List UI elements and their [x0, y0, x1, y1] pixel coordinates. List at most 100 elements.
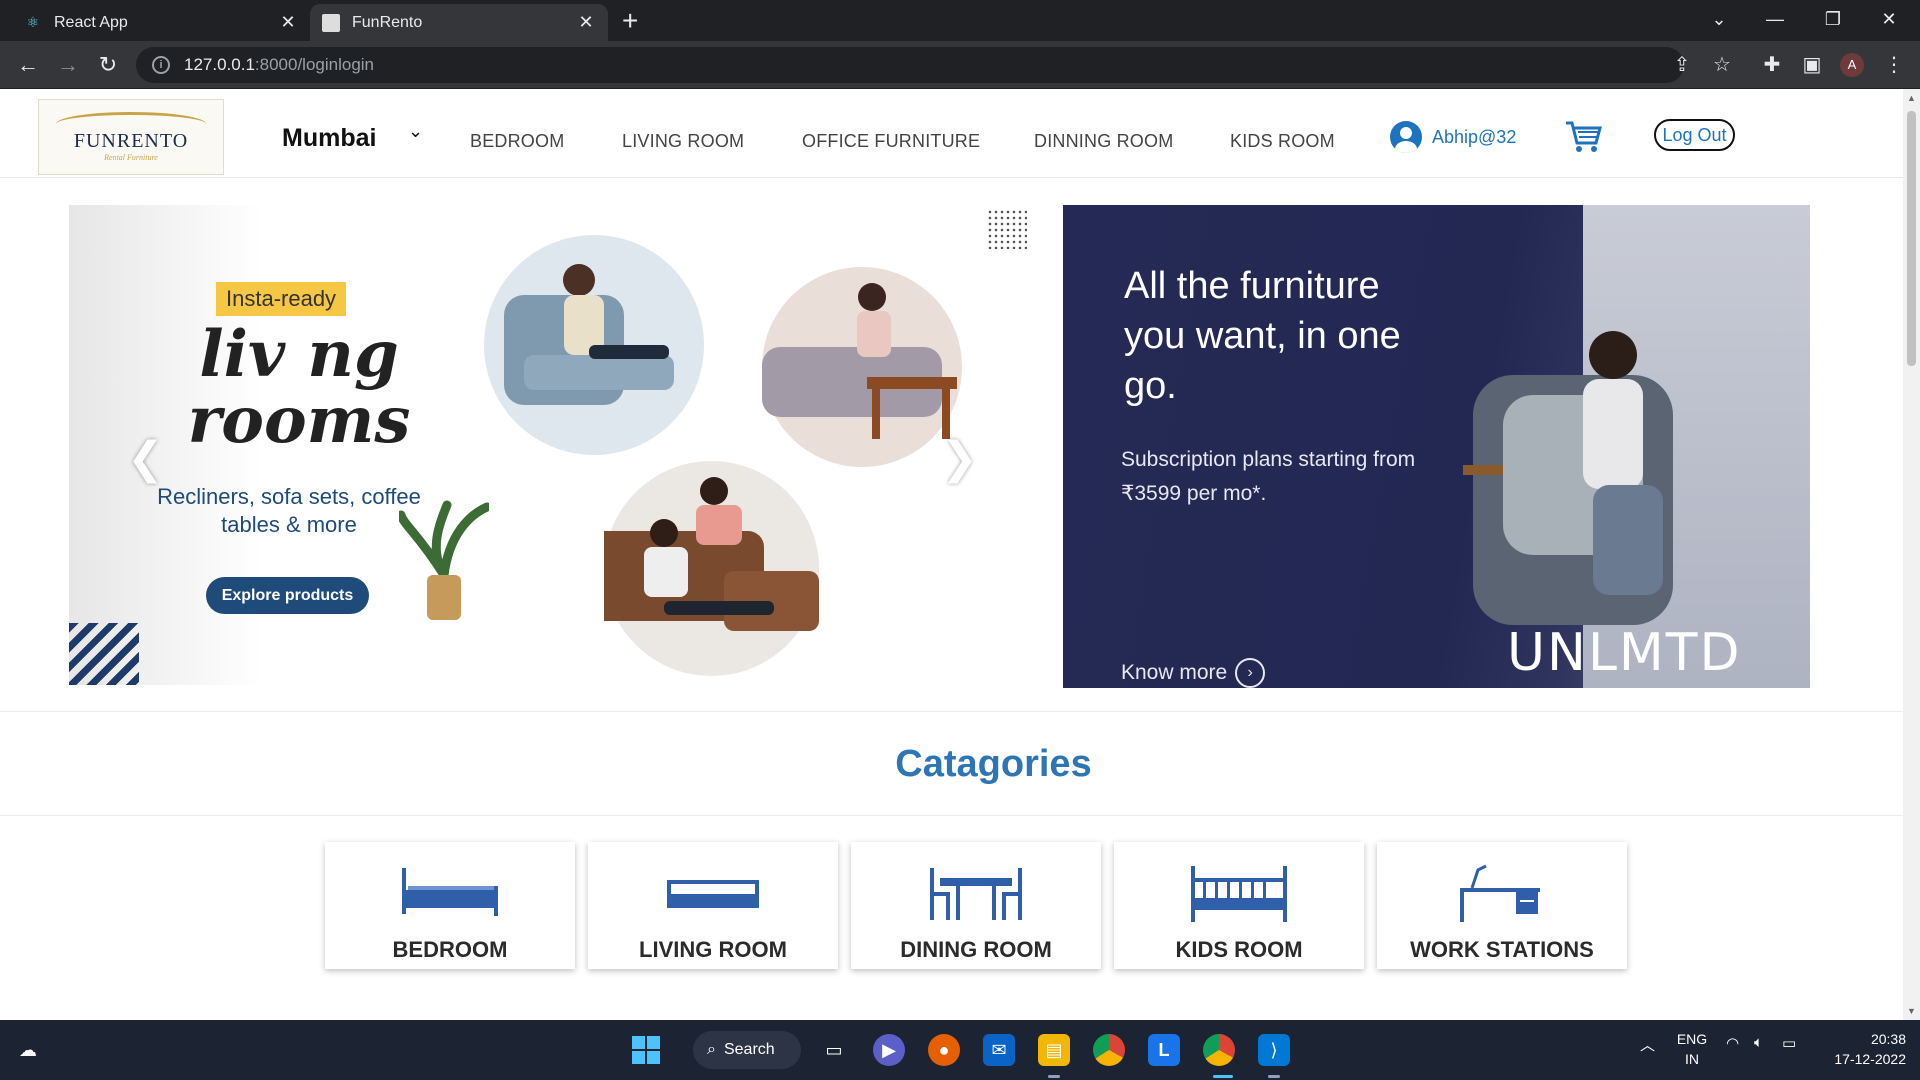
- dining-table-icon: [930, 868, 1022, 920]
- banner-subtext: Subscription plans starting from ₹3599 p…: [1121, 448, 1416, 505]
- nav-kids-room[interactable]: KIDS ROOM: [1230, 131, 1335, 152]
- insta-ready-badge: Insta-ready: [216, 282, 347, 316]
- l-app-icon[interactable]: L: [1148, 1034, 1180, 1066]
- page-scrollbar[interactable]: ▲ ▼: [1903, 89, 1920, 1020]
- profile-avatar[interactable]: A: [1840, 53, 1864, 77]
- category-label: BEDROOM: [392, 937, 508, 962]
- side-panel-icon[interactable]: ▣: [1796, 49, 1828, 81]
- task-view-icon[interactable]: ▭: [818, 1034, 850, 1066]
- nav-office-furniture[interactable]: OFFICE FURNITURE: [802, 131, 980, 152]
- category-card-work-stations[interactable]: WORK STATIONS: [1377, 842, 1627, 969]
- wifi-icon[interactable]: ◠: [1726, 1034, 1739, 1052]
- volume-icon[interactable]: 🔈︎: [1754, 1034, 1763, 1051]
- site-info-icon[interactable]: i: [152, 56, 170, 74]
- scrollbar-thumb[interactable]: [1907, 111, 1916, 366]
- new-tab-button[interactable]: +: [622, 6, 638, 36]
- logo-tagline: Rental Furniture: [104, 153, 158, 162]
- nav-dinning-room[interactable]: DINNING ROOM: [1034, 131, 1173, 152]
- firefox-icon[interactable]: ●: [928, 1034, 960, 1066]
- stripe-decoration: [69, 623, 139, 685]
- banner-subtext: Recliners, sofa sets, coffee tables & mo…: [157, 484, 421, 537]
- search-icon: ⌕: [707, 1041, 716, 1058]
- running-indicator: [1048, 1075, 1060, 1078]
- banner-headline: liv ng rooms: [179, 322, 419, 454]
- chevron-down-icon[interactable]: ⌄: [408, 121, 423, 142]
- unlmtd-logo: UNLMTD: [1507, 623, 1742, 683]
- share-icon[interactable]: ⇪: [1666, 49, 1698, 81]
- language-indicator[interactable]: ENG IN: [1672, 1029, 1712, 1069]
- close-tab-icon[interactable]: ✕: [576, 12, 596, 33]
- clock[interactable]: 20:38 17-12-2022: [1812, 1029, 1906, 1069]
- windows-logo-icon: [632, 1036, 660, 1064]
- scroll-up-arrow[interactable]: ▲: [1907, 93, 1916, 103]
- reload-icon[interactable]: ↻: [92, 49, 124, 81]
- menu-dots-icon[interactable]: ⋮: [1878, 49, 1910, 81]
- taskbar-search-label: Search: [723, 1041, 775, 1058]
- hero-carousel[interactable]: Insta-ready liv ng rooms Recliners, sofa…: [69, 205, 1031, 685]
- chat-icon[interactable]: ▶: [873, 1034, 905, 1066]
- clock-date: 17-12-2022: [1834, 1051, 1906, 1067]
- recliner-photo: [484, 235, 704, 455]
- tab-react-app[interactable]: ⚛ React App ✕: [12, 4, 310, 41]
- extensions-icon[interactable]: ✚: [1756, 49, 1788, 81]
- user-avatar-icon: [1390, 121, 1422, 153]
- category-card-living-room[interactable]: LIVING ROOM: [588, 842, 838, 969]
- minimize-button[interactable]: —: [1752, 4, 1798, 34]
- scroll-down-arrow[interactable]: ▼: [1907, 1006, 1916, 1016]
- file-explorer-icon[interactable]: ▤: [1038, 1034, 1070, 1066]
- know-more-label: Know more: [1121, 661, 1228, 684]
- category-card-bedroom[interactable]: BEDROOM: [325, 842, 575, 969]
- cart-icon[interactable]: [1564, 119, 1604, 155]
- nav-living-room[interactable]: LIVING ROOM: [622, 131, 744, 152]
- vscode-icon[interactable]: ⟩: [1258, 1034, 1290, 1066]
- lang-line-1: ENG: [1676, 1031, 1708, 1047]
- headline-line-1: liv ng: [199, 317, 399, 392]
- carousel-next-arrow[interactable]: ❯: [941, 433, 978, 484]
- carousel-prev-arrow[interactable]: ❮: [127, 433, 164, 484]
- logout-button[interactable]: Log Out: [1654, 119, 1735, 151]
- know-more-link[interactable]: Know more ›: [1121, 658, 1266, 688]
- running-indicator: [1268, 1075, 1280, 1078]
- start-icon[interactable]: [630, 1034, 662, 1066]
- taskbar-search[interactable]: ⌕ Search: [693, 1031, 801, 1069]
- category-card-kids-room[interactable]: KIDS ROOM: [1114, 842, 1364, 969]
- explore-products-button[interactable]: Explore products: [206, 577, 369, 614]
- browser-tab-bar: ⚛ React App ✕ FunRento ✕ + ⌄ — ❐ ✕: [0, 0, 1920, 41]
- restore-button[interactable]: ❐: [1810, 4, 1856, 34]
- clock-time: 20:38: [1870, 1031, 1906, 1047]
- close-tab-icon[interactable]: ✕: [278, 12, 298, 33]
- battery-icon[interactable]: ▭: [1782, 1034, 1796, 1052]
- site-header: FUNRENTO Rental Furniture Mumbai ⌄ BEDRO…: [0, 89, 1903, 178]
- weather-icon[interactable]: ☁: [12, 1034, 44, 1066]
- close-window-button[interactable]: ✕: [1866, 4, 1912, 34]
- recliner-illustration: [504, 264, 674, 405]
- nav-bedroom[interactable]: BEDROOM: [470, 131, 564, 152]
- funrento-logo[interactable]: FUNRENTO Rental Furniture: [38, 99, 224, 175]
- logo-text: FUNRENTO: [73, 130, 189, 152]
- subscription-banner[interactable]: All the furniture you want, in one go. S…: [1063, 205, 1810, 688]
- tray-chevron-icon[interactable]: ︿: [1640, 1034, 1655, 1055]
- tab-funrento[interactable]: FunRento ✕: [310, 4, 608, 41]
- chrome-icon[interactable]: [1093, 1034, 1125, 1066]
- back-icon[interactable]: ←: [12, 49, 44, 81]
- bookmark-star-icon[interactable]: ☆: [1706, 49, 1738, 81]
- url-host: 127.0.0.1: [184, 55, 255, 74]
- forward-icon[interactable]: →: [52, 49, 84, 81]
- url-path: :8000/loginlogin: [254, 55, 375, 74]
- leather-sofa-photo: [584, 461, 819, 676]
- plant-illustration: [399, 500, 489, 620]
- chrome-profile-icon[interactable]: [1203, 1034, 1235, 1066]
- url-bar[interactable]: i 127.0.0.1:8000/loginlogin: [136, 47, 1684, 83]
- user-profile[interactable]: Abhip@32: [1390, 121, 1516, 153]
- banner-headline: All the furniture you want, in one go.: [1124, 265, 1401, 407]
- category-card-dining-room[interactable]: DINING ROOM: [851, 842, 1101, 969]
- sofa-icon: [667, 880, 759, 908]
- city-selector[interactable]: Mumbai: [282, 124, 376, 153]
- category-label: DINING ROOM: [900, 937, 1052, 962]
- mail-icon[interactable]: ✉: [983, 1034, 1015, 1066]
- categories-title: Catagories: [0, 743, 1920, 786]
- category-label: WORK STATIONS: [1410, 937, 1594, 962]
- tab-search-icon[interactable]: ⌄: [1696, 4, 1742, 34]
- category-label: KIDS ROOM: [1175, 937, 1303, 962]
- active-indicator: [1213, 1075, 1233, 1078]
